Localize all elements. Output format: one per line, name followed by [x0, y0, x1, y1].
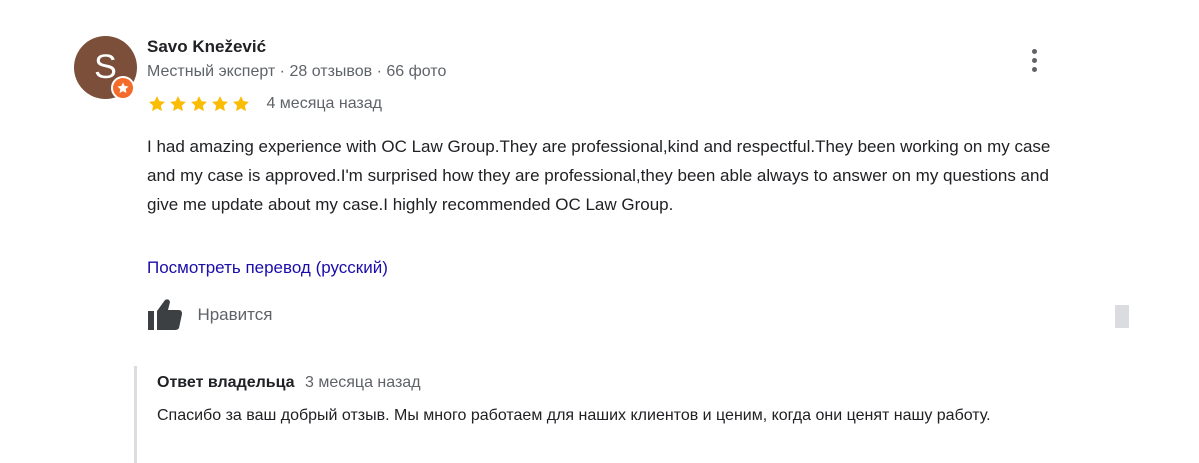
star-icon [233, 96, 249, 112]
star-icon [170, 96, 186, 112]
like-button[interactable]: Нравится [147, 298, 272, 332]
review-text: I had amazing experience with OC Law Gro… [147, 137, 1051, 214]
star-icon [212, 96, 228, 112]
star-rating [147, 94, 252, 114]
thumbs-up-icon [148, 299, 182, 330]
star-icon [149, 96, 165, 112]
owner-reply-header: Ответ владельца 3 месяца назад [157, 374, 421, 392]
owner-reply-text: Спасибо за ваш добрый отзыв. Мы много ра… [157, 407, 991, 424]
more-vert-icon[interactable] [1022, 46, 1046, 76]
star-icon [191, 96, 207, 112]
owner-reply: Ответ владельца 3 месяца назад Спасибо з… [134, 366, 1094, 463]
rating-row: 4 месяца назад [147, 94, 382, 118]
scrollbar-thumb[interactable] [1115, 305, 1129, 328]
translate-link[interactable]: Посмотреть перевод (русский) [147, 258, 388, 278]
owner-reply-title: Ответ владельца [157, 374, 295, 391]
review-time: 4 месяца назад [266, 95, 382, 112]
local-guide-star-icon [111, 76, 135, 100]
author-name[interactable]: Savo Knežević [147, 37, 266, 57]
owner-reply-time: 3 месяца назад [305, 374, 421, 391]
like-label: Нравится [197, 305, 273, 324]
review-card: S Savo Knežević Местный эксперт · 28 отз… [0, 0, 1199, 463]
author-meta[interactable]: Местный эксперт · 28 отзывов · 66 фото [147, 63, 446, 81]
